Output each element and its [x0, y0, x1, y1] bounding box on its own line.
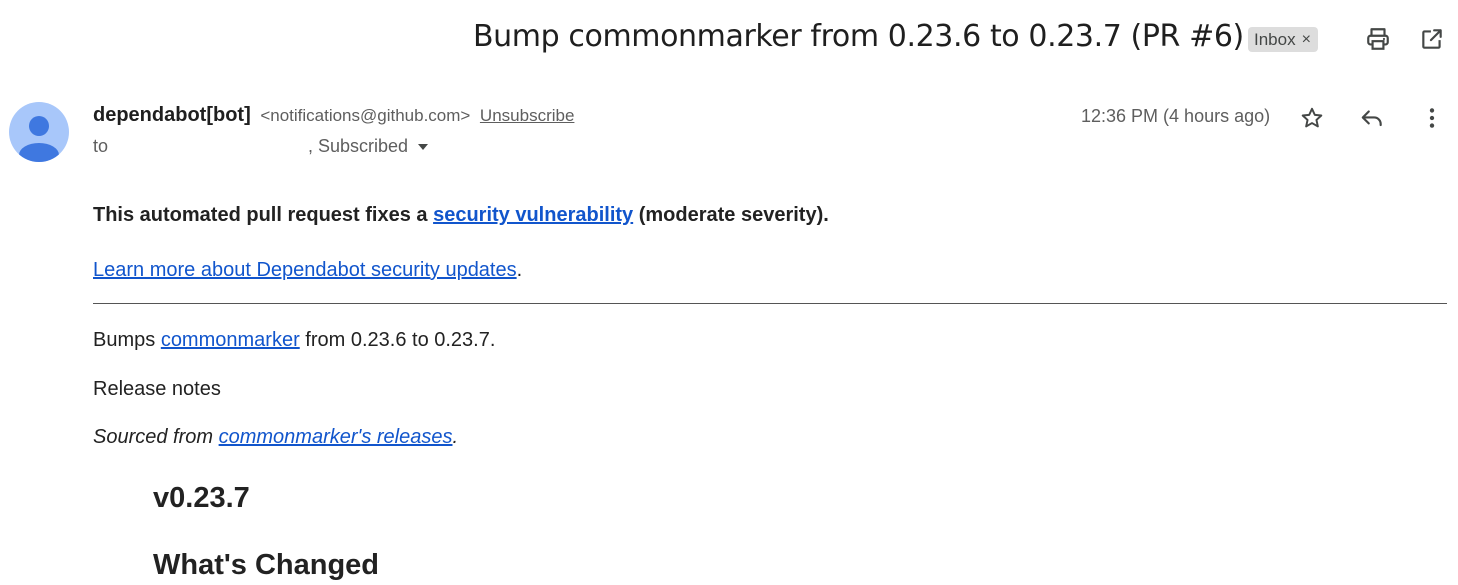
divider	[93, 303, 1447, 304]
bumps-paragraph: Bumps commonmarker from 0.23.6 to 0.23.7…	[93, 329, 495, 352]
whats-changed-heading: What's Changed	[153, 549, 380, 581]
reply-icon	[1361, 110, 1382, 127]
commonmarker-link[interactable]: commonmarker	[161, 329, 300, 351]
subject-row: Bump commonmarker from 0.23.6 to 0.23.7 …	[0, 14, 1458, 64]
sourced-suffix: .	[452, 426, 459, 448]
learn-more-link[interactable]: Learn more about Dependabot security upd…	[93, 259, 517, 281]
to-prefix: to	[93, 136, 109, 156]
releases-link[interactable]: commonmarker's releases	[219, 426, 453, 448]
more-options-button[interactable]	[1415, 101, 1449, 135]
email-view: Bump commonmarker from 0.23.6 to 0.23.7 …	[0, 0, 1458, 585]
print-button[interactable]	[1363, 24, 1393, 54]
label-name: Inbox	[1254, 30, 1296, 49]
intro-text: This automated pull request fixes a	[93, 204, 434, 226]
open-in-new-window-button[interactable]	[1417, 24, 1447, 54]
printer-icon	[1367, 28, 1389, 50]
recipients-line: to , Subscribed	[93, 136, 429, 157]
sender-name[interactable]: dependabot[bot]	[93, 104, 251, 126]
intro-paragraph: This automated pull request fixes a secu…	[93, 204, 829, 227]
sourced-prefix: Sourced from	[93, 426, 219, 448]
release-notes-heading: Release notes	[93, 378, 221, 400]
unsubscribe-link[interactable]: Unsubscribe	[480, 106, 575, 125]
learn-more-suffix: .	[516, 259, 523, 281]
inbox-label-chip[interactable]: Inbox ×	[1248, 27, 1318, 52]
star-icon	[1301, 107, 1323, 128]
more-vert-icon	[1429, 108, 1435, 128]
security-vulnerability-link[interactable]: security vulnerability	[433, 204, 633, 226]
email-timestamp: 12:36 PM (4 hours ago)	[1081, 106, 1271, 126]
bumps-suffix: from 0.23.6 to 0.23.7.	[299, 329, 496, 351]
person-icon	[19, 116, 59, 162]
to-suffix: , Subscribed	[308, 136, 409, 156]
version-heading: v0.23.7	[153, 482, 250, 514]
email-subject: Bump commonmarker from 0.23.6 to 0.23.7 …	[473, 19, 1244, 54]
sender-email: <notifications@github.com>	[260, 106, 471, 125]
intro-suffix: (moderate severity).	[633, 204, 829, 226]
learn-more-paragraph: Learn more about Dependabot security upd…	[93, 259, 522, 282]
sourced-paragraph: Sourced from commonmarker's releases.	[93, 426, 458, 449]
show-details-dropdown[interactable]	[418, 143, 429, 150]
star-button[interactable]	[1295, 101, 1329, 135]
reply-button[interactable]	[1355, 101, 1389, 135]
remove-label-button[interactable]: ×	[1302, 27, 1311, 52]
sender-avatar[interactable]	[9, 102, 69, 162]
bumps-prefix: Bumps	[93, 329, 161, 351]
open-in-new-window-icon	[1422, 29, 1442, 49]
sender-line: dependabot[bot] <notifications@github.co…	[93, 104, 574, 127]
